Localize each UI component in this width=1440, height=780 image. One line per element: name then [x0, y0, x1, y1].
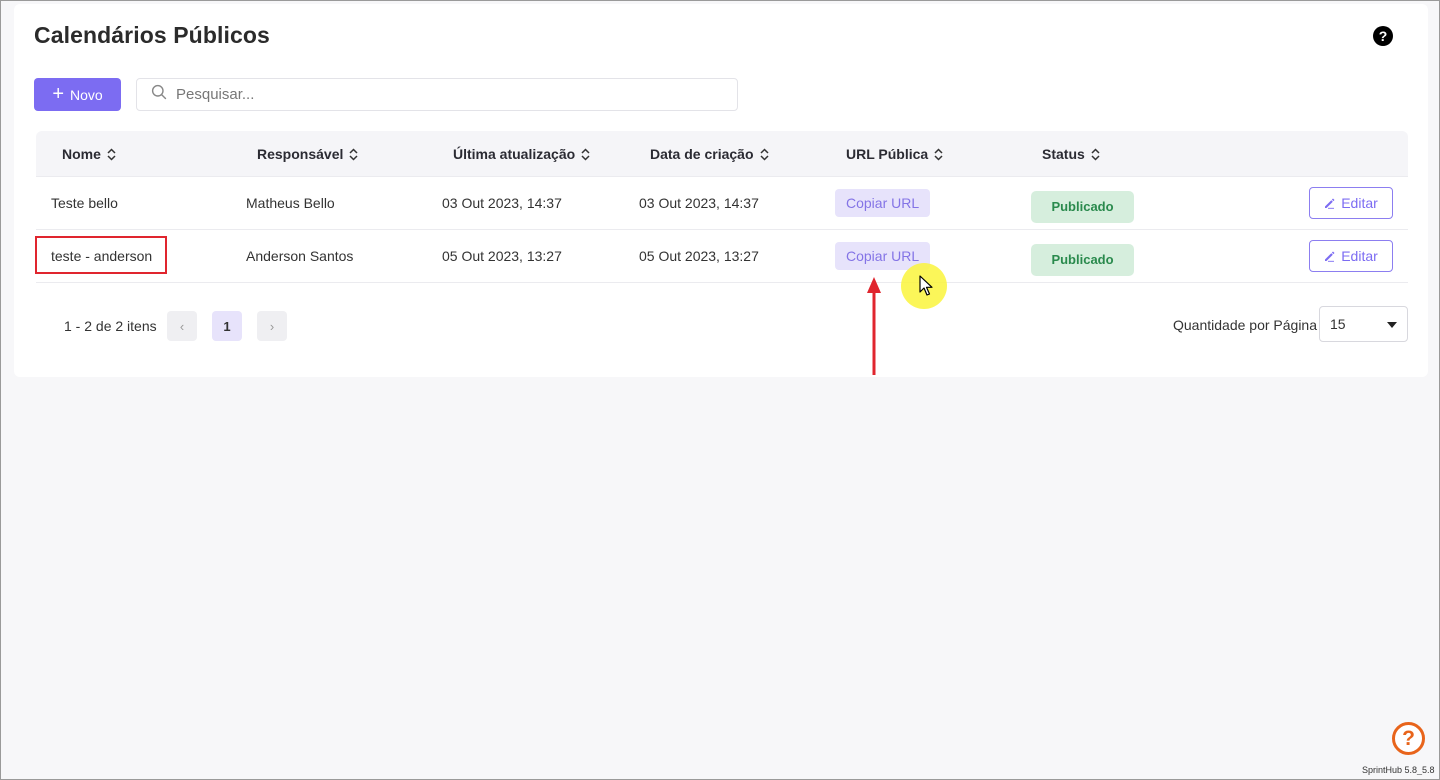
- col-nome-header[interactable]: Nome: [62, 131, 116, 177]
- new-button-label: Novo: [70, 86, 103, 103]
- col-label: Responsável: [257, 146, 344, 162]
- row-name[interactable]: Teste bello: [51, 177, 118, 229]
- plus-icon: +: [52, 82, 64, 105]
- version-label: SprintHub 5.8_5.8: [1362, 765, 1435, 775]
- per-page-label: Quantidade por Página: [1173, 317, 1317, 333]
- row-created: 05 Out 2023, 13:27: [639, 248, 759, 264]
- row-created: 03 Out 2023, 14:37: [639, 195, 759, 211]
- edit-label: Editar: [1341, 248, 1378, 264]
- per-page-value: 15: [1330, 316, 1346, 332]
- edit-button[interactable]: Editar: [1309, 187, 1393, 219]
- caret-down-icon: [1387, 322, 1397, 328]
- calendars-table: Nome Responsável Última atualização Data…: [36, 131, 1408, 283]
- status-badge: Publicado: [1031, 243, 1134, 276]
- per-page-select[interactable]: 15: [1319, 306, 1408, 342]
- sort-icon: [581, 147, 590, 161]
- table-header: Nome Responsável Última atualização Data…: [36, 131, 1408, 177]
- help-support-icon[interactable]: ?: [1392, 722, 1425, 755]
- search-input[interactable]: [176, 86, 716, 103]
- sort-icon: [107, 147, 116, 161]
- pencil-icon: [1325, 251, 1335, 262]
- col-data-criacao-header[interactable]: Data de criação: [650, 131, 769, 177]
- prev-page-button[interactable]: ‹: [167, 311, 197, 341]
- row-owner: Anderson Santos: [246, 248, 354, 264]
- row-updated: 03 Out 2023, 14:37: [442, 195, 562, 211]
- row-name[interactable]: teste - anderson: [51, 230, 152, 282]
- page-1-button[interactable]: 1: [212, 311, 242, 341]
- sort-icon: [1091, 147, 1100, 161]
- next-page-button[interactable]: ›: [257, 311, 287, 341]
- sort-icon: [759, 147, 769, 161]
- pagination-info: 1 - 2 de 2 itens: [64, 318, 157, 334]
- col-ultima-atualizacao-header[interactable]: Última atualização: [453, 131, 590, 177]
- edit-label: Editar: [1341, 195, 1378, 211]
- row-owner: Matheus Bello: [246, 195, 335, 211]
- row-updated: 05 Out 2023, 13:27: [442, 248, 562, 264]
- col-status-header[interactable]: Status: [1042, 131, 1100, 177]
- table-row: Teste bello Matheus Bello 03 Out 2023, 1…: [36, 177, 1408, 230]
- annotation-arrow: [867, 277, 881, 375]
- col-label: URL Pública: [846, 146, 929, 162]
- copy-url-button[interactable]: Copiar URL: [835, 189, 931, 217]
- sort-icon: [934, 147, 943, 161]
- col-label: Status: [1042, 146, 1085, 162]
- pencil-icon: [1325, 198, 1335, 209]
- copy-url-button[interactable]: Copiar URL: [835, 242, 931, 270]
- page-title: Calendários Públicos: [34, 22, 270, 48]
- col-label: Nome: [62, 146, 101, 162]
- edit-button[interactable]: Editar: [1309, 240, 1393, 272]
- search-icon: [151, 84, 167, 105]
- col-url-publica-header[interactable]: URL Pública: [846, 131, 943, 177]
- col-label: Última atualização: [453, 146, 576, 162]
- sort-icon: [349, 147, 358, 161]
- status-badge: Publicado: [1031, 190, 1134, 223]
- col-responsavel-header[interactable]: Responsável: [257, 131, 358, 177]
- table-row: teste - anderson Anderson Santos 05 Out …: [36, 230, 1408, 283]
- help-icon[interactable]: ?: [1373, 26, 1393, 46]
- new-button[interactable]: + Novo: [34, 78, 121, 111]
- col-label: Data de criação: [650, 146, 754, 162]
- search-box[interactable]: [136, 78, 738, 111]
